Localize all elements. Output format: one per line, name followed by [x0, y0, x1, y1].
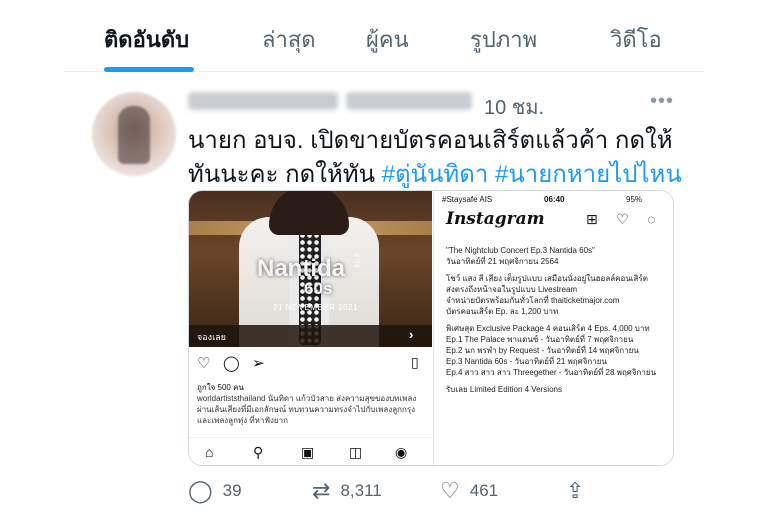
- messenger-icon[interactable]: ◌: [647, 211, 655, 227]
- ig-post-text: "The Nightclub Concert Ep.3 Nantida 60s"…: [446, 245, 673, 401]
- reels-icon[interactable]: ▣: [301, 444, 314, 461]
- tweet-timestamp[interactable]: 10 ชม.: [484, 91, 544, 123]
- share-icon: ⇪: [566, 478, 585, 503]
- instagram-logo: Instagram: [446, 209, 545, 229]
- tab-top[interactable]: ติดอันดับ: [104, 22, 189, 57]
- tweet-text-plain: ทันนะคะ กดให้ทัน: [188, 161, 382, 188]
- post-paragraph: รับเลย Limited Edition 4 Versions: [446, 385, 562, 394]
- poster-date: 21 NOVEMBER 2021: [273, 303, 358, 312]
- tab-videos[interactable]: วิดีโอ: [610, 22, 662, 57]
- hashtag-link-1[interactable]: #ตู่นันทิดา: [382, 161, 489, 188]
- battery-label: 95%: [626, 195, 643, 204]
- hashtag-link-2[interactable]: #นายกหายไปไหน: [495, 161, 682, 188]
- retweet-icon: ⇄: [312, 478, 331, 503]
- tweet-actions: ◯ 39 ⇄ 8,311 ♡ 461 ⇪: [188, 478, 608, 508]
- search-icon[interactable]: ⚲: [253, 444, 263, 461]
- book-now-label: จองเลย: [197, 332, 226, 342]
- heart-icon: ♡: [440, 478, 460, 503]
- poster-ep-label: Ep.3: [354, 253, 362, 268]
- like-count: 461: [469, 481, 499, 500]
- ig-caption: worldartiststhailand นันทิดา แก้วบัวสาย …: [197, 394, 417, 425]
- chevron-right-icon: ›: [409, 327, 414, 342]
- more-icon[interactable]: •••: [650, 90, 674, 113]
- comment-icon[interactable]: ◯: [223, 354, 240, 372]
- heart-icon[interactable]: ♡: [197, 354, 210, 372]
- like-button[interactable]: ♡ 461: [440, 478, 498, 504]
- add-post-icon[interactable]: ⊞: [586, 211, 598, 228]
- concert-poster-photo: Ep.3 Nantida 60s 21 NOVEMBER 2021 จองเลย…: [189, 191, 432, 347]
- post-paragraph: พิเศษสุด Exclusive Package 4 คอนเสิร์ต 4…: [446, 324, 657, 377]
- tweet-media[interactable]: Ep.3 Nantida 60s 21 NOVEMBER 2021 จองเลย…: [188, 190, 674, 466]
- avatar[interactable]: [92, 92, 176, 176]
- share-button[interactable]: ⇪: [566, 478, 594, 504]
- search-tabs: ติดอันดับ ล่าสุด ผู้คน รูปภาพ วิดีโอ: [64, 0, 704, 72]
- blurred-username[interactable]: [346, 92, 472, 110]
- tab-people[interactable]: ผู้คน: [366, 22, 409, 57]
- heart-icon[interactable]: ♡: [616, 211, 629, 228]
- carrier-label: #Staysafe AIS: [442, 195, 493, 204]
- active-tab-indicator: [104, 67, 194, 72]
- ig-top-icons: ⊞ ♡ ◌: [586, 211, 670, 229]
- phone-status-bar: #Staysafe AIS 06:40 95%: [434, 195, 673, 207]
- post-paragraph: โชว์ แสง สี เสียง เต็มรูปแบบ เสมือนนั่งอ…: [446, 274, 648, 316]
- reply-icon: ◯: [188, 478, 213, 503]
- post-paragraph: "The Nightclub Concert Ep.3 Nantida 60s"…: [446, 246, 595, 266]
- tweet-text-line-2: ทันนะคะ กดให้ทัน #ตู่นันทิดา #นายกหายไปไ…: [188, 154, 682, 193]
- reply-count: 39: [222, 481, 242, 500]
- home-icon[interactable]: ⌂: [205, 444, 213, 460]
- tab-photos[interactable]: รูปภาพ: [470, 22, 537, 57]
- bookmark-icon[interactable]: ▯: [411, 354, 419, 371]
- send-icon[interactable]: ➢: [252, 354, 265, 372]
- media-image-left[interactable]: Ep.3 Nantida 60s 21 NOVEMBER 2021 จองเลย…: [189, 191, 432, 465]
- status-time: 06:40: [544, 195, 565, 204]
- reply-button[interactable]: ◯ 39: [188, 478, 242, 504]
- ig-action-row: ♡ ◯ ➢: [197, 354, 273, 374]
- profile-icon[interactable]: ◉: [395, 444, 407, 461]
- blurred-display-name[interactable]: [188, 92, 338, 110]
- poster-brand-sub: 60s: [304, 279, 333, 298]
- tab-latest[interactable]: ล่าสุด: [262, 22, 316, 57]
- media-image-right[interactable]: #Staysafe AIS 06:40 95% Instagram ⊞ ♡ ◌ …: [433, 191, 673, 465]
- retweet-count: 8,311: [340, 481, 382, 500]
- retweet-button[interactable]: ⇄ 8,311: [312, 478, 382, 504]
- book-now-bar[interactable]: จองเลย ›: [189, 325, 432, 347]
- ig-bottom-nav: ⌂ ⚲ ▣ ◫ ◉: [189, 437, 432, 465]
- shop-icon[interactable]: ◫: [349, 444, 362, 461]
